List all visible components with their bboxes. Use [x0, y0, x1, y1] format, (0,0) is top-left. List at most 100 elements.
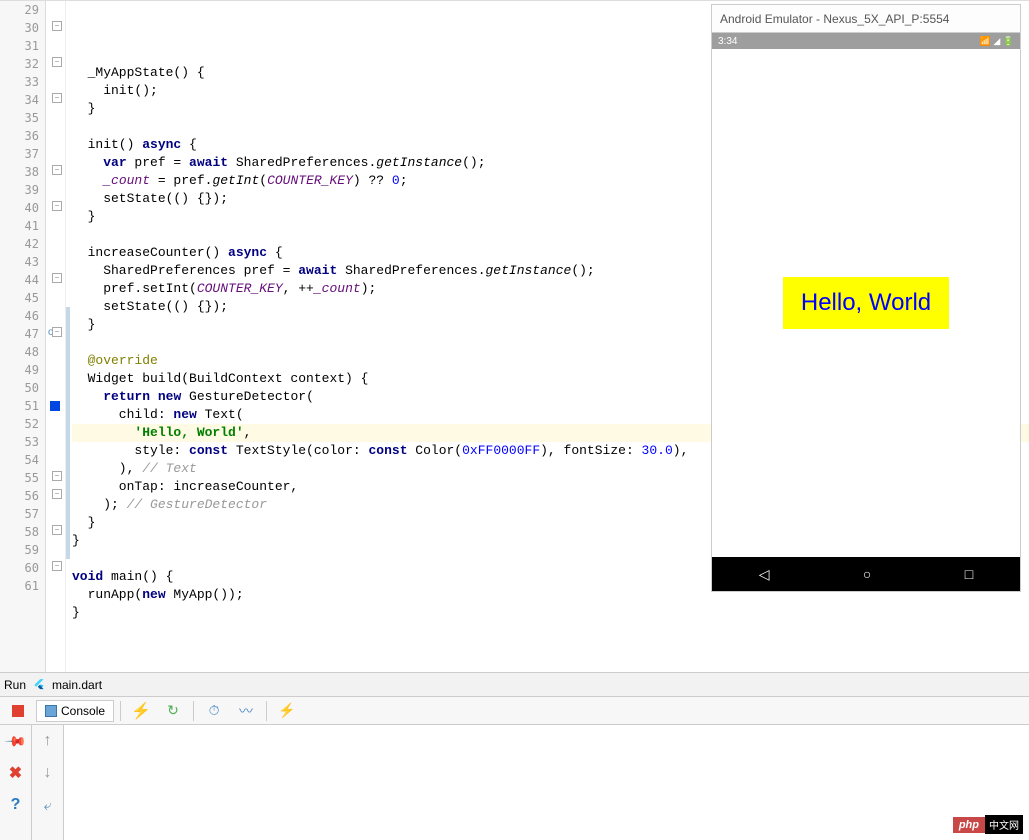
gutter-icon-slot: −: [46, 199, 65, 217]
stop-button[interactable]: [4, 699, 32, 723]
cn-badge: 中文网: [985, 815, 1023, 834]
fold-end-icon[interactable]: −: [52, 273, 62, 283]
nav-recent-icon[interactable]: □: [965, 566, 973, 582]
line-number[interactable]: 31: [0, 37, 39, 55]
separator: [266, 701, 267, 721]
rerun-button[interactable]: ↻: [159, 699, 187, 723]
run-config-name[interactable]: main.dart: [52, 678, 102, 692]
fold-end-icon[interactable]: −: [52, 471, 62, 481]
gutter-icon-slot: [46, 235, 65, 253]
code-line[interactable]: }: [72, 604, 1029, 622]
gutter-icon-slot: [46, 1, 65, 19]
console-tab-label: Console: [61, 704, 105, 718]
fold-start-icon[interactable]: −: [52, 201, 62, 211]
gutter-icon-slot: [46, 577, 65, 595]
emulator-screen[interactable]: Hello, World: [712, 49, 1020, 557]
line-number[interactable]: 44: [0, 271, 39, 289]
line-number[interactable]: 61: [0, 577, 39, 595]
line-number-gutter[interactable]: 2930313233343536373839404142434445464748…: [0, 1, 46, 672]
scroll-up-button[interactable]: ↑: [36, 729, 60, 753]
color-swatch-icon[interactable]: [50, 401, 60, 411]
gutter-icon-slot: [46, 415, 65, 433]
line-number[interactable]: 40: [0, 199, 39, 217]
separator: [120, 701, 121, 721]
gutter-icon-slot: [46, 451, 65, 469]
gutter-icon-slot: [46, 289, 65, 307]
line-number[interactable]: 30: [0, 19, 39, 37]
fold-end-icon[interactable]: −: [52, 489, 62, 499]
gutter-icon-slot: [46, 73, 65, 91]
line-number[interactable]: 39: [0, 181, 39, 199]
line-number[interactable]: 53: [0, 433, 39, 451]
close-button[interactable]: ✖: [4, 761, 28, 785]
line-number[interactable]: 46: [0, 307, 39, 325]
line-number[interactable]: 29: [0, 1, 39, 19]
nav-back-icon[interactable]: ◁: [759, 566, 770, 583]
scroll-down-button[interactable]: ↓: [36, 761, 60, 785]
php-badge: php: [953, 817, 985, 833]
timeline-button[interactable]: 〰: [232, 699, 260, 723]
pin-button[interactable]: 📌: [4, 729, 28, 753]
hot-reload-button[interactable]: ⚡: [127, 699, 155, 723]
line-number[interactable]: 45: [0, 289, 39, 307]
line-number[interactable]: 42: [0, 235, 39, 253]
line-number[interactable]: 35: [0, 109, 39, 127]
line-number[interactable]: 38: [0, 163, 39, 181]
line-number[interactable]: 49: [0, 361, 39, 379]
soft-wrap-button[interactable]: ⤶: [36, 793, 60, 817]
fold-start-icon[interactable]: −: [52, 93, 62, 103]
fold-start-icon[interactable]: −: [52, 327, 62, 337]
fold-start-icon[interactable]: −: [52, 21, 62, 31]
watermark-badge: php 中文网: [953, 815, 1023, 834]
console-left-tools: 📌 ✖ ?: [0, 725, 32, 840]
line-number[interactable]: 43: [0, 253, 39, 271]
flutter-inspector-button[interactable]: ⚡: [273, 699, 301, 723]
gutter-icon-slot: [46, 379, 65, 397]
gutter-icon-slot: −: [46, 523, 65, 541]
gutter-icon-slot: [46, 145, 65, 163]
gutter-icon-slot: [46, 505, 65, 523]
gutter-icon-slot: −: [46, 91, 65, 109]
console-panel: 📌 ✖ ? ↑ ↓ ⤶: [0, 724, 1029, 840]
fold-end-icon[interactable]: −: [52, 57, 62, 67]
console-output[interactable]: [64, 725, 1029, 840]
console-tab[interactable]: Console: [36, 700, 114, 722]
line-number[interactable]: 56: [0, 487, 39, 505]
run-label[interactable]: Run: [4, 678, 26, 692]
separator: [193, 701, 194, 721]
line-number[interactable]: 41: [0, 217, 39, 235]
help-button[interactable]: ?: [4, 793, 28, 817]
gutter-icons[interactable]: −−−−−−o↑−−−−−: [46, 1, 66, 672]
fold-end-icon[interactable]: −: [52, 561, 62, 571]
line-number[interactable]: 55: [0, 469, 39, 487]
line-number[interactable]: 58: [0, 523, 39, 541]
observatory-button[interactable]: ⏱: [200, 699, 228, 723]
gutter-icon-slot: [46, 397, 65, 415]
hello-world-text[interactable]: Hello, World: [783, 277, 949, 329]
line-number[interactable]: 50: [0, 379, 39, 397]
line-number[interactable]: 33: [0, 73, 39, 91]
console-nav-tools: ↑ ↓ ⤶: [32, 725, 64, 840]
nav-home-icon[interactable]: ○: [863, 566, 871, 582]
line-number[interactable]: 52: [0, 415, 39, 433]
line-number[interactable]: 47: [0, 325, 39, 343]
gutter-icon-slot: −: [46, 55, 65, 73]
line-number[interactable]: 51: [0, 397, 39, 415]
line-number[interactable]: 48: [0, 343, 39, 361]
line-number[interactable]: 36: [0, 127, 39, 145]
console-toolbar: Console ⚡ ↻ ⏱ 〰 ⚡: [0, 696, 1029, 724]
emulator-title: Android Emulator - Nexus_5X_API_P:5554: [712, 5, 1020, 33]
fold-end-icon[interactable]: −: [52, 165, 62, 175]
line-number[interactable]: 34: [0, 91, 39, 109]
console-icon: [45, 705, 57, 717]
line-number[interactable]: 59: [0, 541, 39, 559]
line-number[interactable]: 37: [0, 145, 39, 163]
line-number[interactable]: 32: [0, 55, 39, 73]
line-number[interactable]: 57: [0, 505, 39, 523]
code-line[interactable]: [72, 622, 1029, 640]
line-number[interactable]: 60: [0, 559, 39, 577]
gutter-icon-slot: [46, 361, 65, 379]
line-number[interactable]: 54: [0, 451, 39, 469]
fold-start-icon[interactable]: −: [52, 525, 62, 535]
emulator-status-icons: 📶 ◢ 🔋: [980, 36, 1014, 47]
